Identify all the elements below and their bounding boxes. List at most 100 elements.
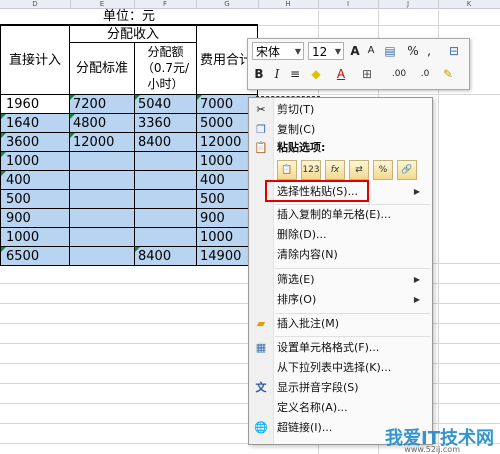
bold-button[interactable]: B — [252, 65, 266, 83]
grow-font-button[interactable]: A — [348, 42, 362, 60]
table-cell[interactable] — [134, 227, 197, 247]
paste-values-icon[interactable]: 123 — [301, 160, 321, 180]
table-cell[interactable]: 1960 — [0, 94, 70, 114]
italic-button[interactable]: I — [270, 65, 284, 83]
chevron-right-icon: ▶ — [413, 275, 420, 284]
table-cell[interactable] — [134, 151, 197, 171]
menu-item-label: 从下拉列表中选择(K)... — [277, 361, 392, 374]
table-cell[interactable] — [69, 246, 135, 266]
header-direct[interactable]: 直接计入 — [0, 25, 70, 95]
paste-formulas-icon[interactable]: fx — [325, 160, 345, 180]
table-cell[interactable]: 3600 — [0, 132, 70, 152]
error-indicator-icon — [1, 152, 6, 157]
menu-item-sort[interactable]: 排序(O) ▶ — [249, 290, 432, 310]
paste-icon[interactable]: 📋 — [277, 160, 297, 180]
column-header-j[interactable]: J — [378, 0, 439, 8]
paste-transpose-icon[interactable]: ⇄ — [349, 160, 369, 180]
error-indicator-icon — [70, 133, 75, 138]
table-cell[interactable] — [134, 189, 197, 209]
menu-item-insert-comment[interactable]: ▰ 插入批注(M) — [249, 314, 432, 334]
header-amount-line-1: 分配额 — [147, 45, 184, 59]
column-header-h[interactable]: H — [258, 0, 319, 8]
font-color-button[interactable]: A — [334, 65, 348, 83]
paste-link-icon[interactable]: 🔗 — [397, 160, 417, 180]
clipboard-icon: 📋 — [254, 141, 268, 154]
merge-cells-icon[interactable]: ⊟ — [446, 42, 462, 60]
context-menu: ✂ 剪切(T) ❐ 复制(C) 📋 粘贴选项: 📋 123 fx ⇄ % 🔗 选… — [248, 97, 433, 445]
table-cell[interactable] — [69, 227, 135, 247]
phonetic-icon: 文 — [255, 381, 267, 394]
menu-item-clear-contents[interactable]: 清除内容(N) — [249, 245, 432, 265]
header-amount-line-2: （0.7元/ — [141, 61, 190, 75]
table-cell[interactable]: 3360 — [134, 113, 197, 133]
error-indicator-icon — [197, 95, 202, 100]
header-amount-line-3: 小时） — [147, 77, 184, 91]
error-indicator-icon — [135, 247, 140, 252]
increase-decimal-button[interactable]: .00 — [386, 65, 412, 83]
table-cell[interactable]: 1000 — [0, 151, 70, 171]
table-cell[interactable]: 500 — [0, 189, 70, 209]
menu-item-delete[interactable]: 删除(D)... — [249, 225, 432, 245]
decrease-decimal-button[interactable]: .0 — [414, 65, 436, 83]
menu-item-insert-copied[interactable]: 插入复制的单元格(E)... — [249, 205, 432, 225]
menu-item-label: 定义名称(A)... — [277, 401, 348, 414]
error-indicator-icon — [1, 133, 6, 138]
table-cell[interactable] — [69, 208, 135, 228]
menu-item-label: 超链接(I)... — [277, 421, 333, 434]
table-cell[interactable] — [134, 208, 197, 228]
borders-button[interactable]: ⊞ — [360, 65, 374, 83]
align-center-button[interactable]: ≡ — [288, 65, 302, 83]
fill-color-button[interactable]: ◆ — [308, 65, 324, 83]
table-cell[interactable]: 1000 — [0, 227, 70, 247]
paste-formatting-icon[interactable]: % — [373, 160, 393, 180]
table-cell[interactable]: 1640 — [0, 113, 70, 133]
comma-button[interactable]: , — [424, 42, 434, 60]
table-cell[interactable] — [69, 170, 135, 190]
menu-item-copy[interactable]: ❐ 复制(C) — [249, 120, 432, 140]
column-header-e[interactable]: E — [70, 0, 135, 8]
header-standard[interactable]: 分配标准 — [69, 42, 135, 95]
error-indicator-icon — [1, 114, 6, 119]
menu-item-pick-from-list[interactable]: 从下拉列表中选择(K)... — [249, 358, 432, 378]
column-header-k[interactable]: K — [438, 0, 500, 8]
format-painter-icon[interactable]: ✎ — [440, 65, 456, 83]
menu-separator — [275, 336, 430, 337]
menu-item-cut[interactable]: ✂ 剪切(T) — [249, 100, 432, 120]
menu-item-filter[interactable]: 筛选(E) ▶ — [249, 270, 432, 290]
watermark-url: www.52ij.com — [404, 445, 460, 454]
table-cell[interactable]: 7200 — [69, 94, 135, 114]
column-header-d[interactable]: D — [0, 0, 71, 8]
menu-item-define-name[interactable]: 定义名称(A)... — [249, 398, 432, 418]
table-cell[interactable]: 5040 — [134, 94, 197, 114]
percent-button[interactable]: % — [406, 42, 420, 60]
copy-icon: ❐ — [256, 123, 266, 136]
table-cell[interactable] — [134, 170, 197, 190]
font-name-value: 宋体 — [256, 45, 281, 59]
column-header-f[interactable]: F — [134, 0, 197, 8]
font-size-dropdown[interactable]: 12 ▼ — [308, 42, 344, 60]
menu-item-label: 排序(O) — [277, 293, 317, 306]
menu-item-label: 设置单元格格式(F)... — [277, 341, 380, 354]
unit-label-cell[interactable]: 单位：元 — [0, 8, 258, 25]
chevron-right-icon: ▶ — [413, 295, 420, 304]
table-cell[interactable] — [69, 189, 135, 209]
table-cell[interactable]: 900 — [0, 208, 70, 228]
menu-item-label: 清除内容(N) — [277, 248, 338, 261]
table-cell[interactable] — [69, 151, 135, 171]
accounting-format-icon[interactable]: ▤ — [382, 42, 398, 60]
font-size-value: 12 — [312, 45, 328, 59]
shrink-font-button[interactable]: A — [364, 42, 378, 60]
table-cell[interactable]: 4800 — [69, 113, 135, 133]
table-cell[interactable]: 8400 — [134, 132, 197, 152]
column-header-g[interactable]: G — [196, 0, 259, 8]
table-cell[interactable]: 400 — [0, 170, 70, 190]
table-cell[interactable]: 6500 — [0, 246, 70, 266]
header-amount[interactable]: 分配额 （0.7元/ 小时） — [134, 42, 197, 95]
table-cell[interactable]: 8400 — [134, 246, 197, 266]
font-name-dropdown[interactable]: 宋体 ▼ — [252, 42, 304, 60]
menu-item-show-phonetic[interactable]: 文 显示拼音字段(S) — [249, 378, 432, 398]
column-header-i[interactable]: I — [318, 0, 379, 8]
menu-item-format-cells[interactable]: ▦ 设置单元格格式(F)... — [249, 338, 432, 358]
table-cell[interactable]: 12000 — [69, 132, 135, 152]
header-allocated-income[interactable]: 分配收入 — [69, 25, 197, 43]
